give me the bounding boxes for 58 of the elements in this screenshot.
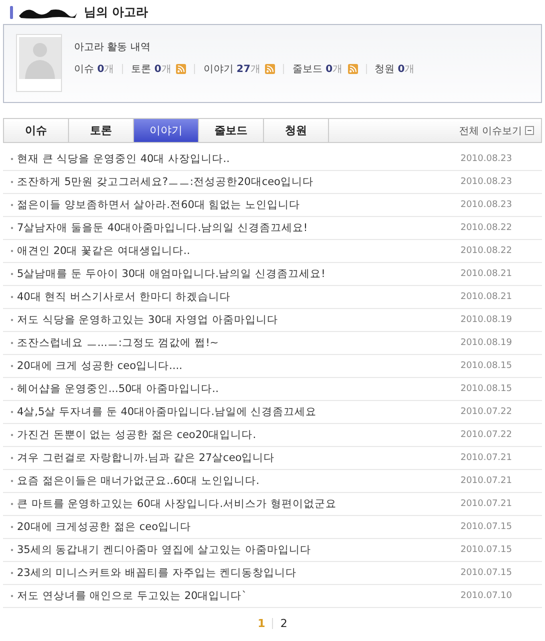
- post-date: 2010.08.19: [460, 338, 512, 348]
- post-date: 2010.07.15: [460, 568, 512, 578]
- rss-icon[interactable]: [265, 64, 276, 74]
- post-date: 2010.07.22: [460, 407, 512, 417]
- rss-icon[interactable]: [348, 64, 358, 74]
- post-date: 2010.08.23: [460, 177, 512, 187]
- post-title-link[interactable]: 조잔스럽네요 ㅡ...ㅡ:그정도 껌값에 쩝!~: [17, 336, 460, 350]
- post-title-link[interactable]: 애견인 20대 꽃같은 여대생입니다..: [17, 244, 460, 258]
- post-date: 2010.07.15: [460, 522, 512, 532]
- post-title-link[interactable]: 가진건 돈뿐이 없는 성공한 젊은 ceo20대입니다.: [17, 428, 460, 442]
- post-title-link[interactable]: 4살,5살 두자녀를 둔 40대아줌마입니다.남일에 신경좀끄세요: [17, 405, 460, 419]
- stat-count: 토론 0개: [131, 63, 172, 76]
- title-marker: [10, 6, 13, 18]
- post-title-link[interactable]: 35세의 동갑내기 켄디아줌마 옆집에 살고있는 아줌마입니다: [17, 543, 460, 557]
- tab[interactable]: 이야기: [134, 119, 199, 142]
- post-title-link[interactable]: 40대 현직 버스기사로서 한마디 하겠습니다: [17, 290, 460, 304]
- post-date: 2010.08.22: [460, 246, 512, 256]
- post-title-link[interactable]: 23세의 미니스커트와 배꼽티를 자주입는 켄디동창입니다: [17, 566, 460, 580]
- post-title-link[interactable]: 5살남매를 둔 두아이 30대 애엄마입니다.남의일 신경좀끄세요!: [17, 267, 460, 281]
- view-all-link[interactable]: 전체 이슈보기: [458, 124, 522, 138]
- post-date: 2010.07.10: [460, 591, 512, 601]
- stat-count: 청원 0개: [374, 63, 415, 76]
- post-date: 2010.08.21: [460, 292, 512, 302]
- post-title-link[interactable]: 20대에 크게 성공한 ceo입니다....: [17, 359, 460, 373]
- post-title-link[interactable]: 저도 식당을 운영하고있는 30대 자영업 아줌마입니다: [17, 313, 460, 327]
- post-date: 2010.08.23: [460, 154, 512, 164]
- stat-count: 이슈 0개: [74, 63, 114, 76]
- post-date: 2010.07.21: [460, 453, 512, 463]
- post-date: 2010.08.19: [460, 315, 512, 325]
- post-title-link[interactable]: 겨우 그런걸로 자랑합니까.님과 같은 27살ceo입니다: [17, 451, 460, 465]
- rss-icon[interactable]: [176, 64, 186, 74]
- post-date: 2010.08.21: [460, 269, 512, 279]
- post-date: 2010.08.15: [460, 361, 512, 371]
- post-date: 2010.07.21: [460, 499, 512, 509]
- post-title-link[interactable]: 젊은이들 양보좀하면서 살아라.전60대 힘없는 노인입니다: [17, 198, 460, 212]
- post-date: 2010.07.15: [460, 545, 512, 555]
- post-title-link[interactable]: 헤어샵을 운영중인...50대 아줌마입니다..: [17, 382, 460, 396]
- post-date: 2010.08.15: [460, 384, 512, 394]
- post-date: 2010.08.22: [460, 223, 512, 233]
- post-date: 2010.07.22: [460, 430, 512, 440]
- page-link[interactable]: 2: [280, 617, 288, 630]
- post-title-link[interactable]: 현재 큰 식당을 운영중인 40대 사장입니다..: [17, 152, 460, 166]
- post-date: 2010.08.23: [460, 200, 512, 210]
- stat-count: 줄보드 0개: [292, 63, 343, 76]
- activity-heading: 아고라 활동 내역: [74, 41, 152, 54]
- expand-icon[interactable]: [525, 126, 534, 135]
- tab[interactable]: 줄보드: [199, 119, 264, 142]
- post-title-link[interactable]: 20대에 크게성공한 젊은 ceo입니다: [17, 520, 460, 534]
- post-title-link[interactable]: 7살남자애 둘을둔 40대아줌마입니다.남의일 신경좀끄세요!: [17, 221, 460, 235]
- stat-count: 이야기 27개: [203, 63, 260, 76]
- page-title: 님의 아고라: [84, 4, 148, 20]
- post-title-link[interactable]: 큰 마트를 운영하고있는 60대 사장입니다.서비스가 형편이없군요: [17, 497, 460, 511]
- post-title-link[interactable]: 저도 연상녀를 애인으로 두고있는 20대입니다`: [17, 589, 460, 603]
- tab[interactable]: 청원: [264, 119, 329, 142]
- post-date: 2010.07.21: [460, 476, 512, 486]
- post-title-link[interactable]: 조잔하게 5만원 갖고그러세요?ㅡㅡ:전성공한20대ceo입니다: [17, 175, 460, 189]
- tab[interactable]: 이슈: [4, 119, 69, 142]
- post-title-link[interactable]: 요즘 젊은이들은 매너가없군요..60대 노인입니다.: [17, 474, 460, 488]
